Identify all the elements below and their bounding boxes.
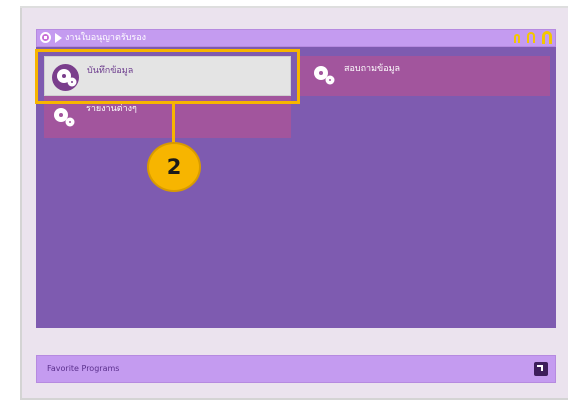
gears-icon xyxy=(314,66,342,90)
frame-left-border xyxy=(20,8,22,400)
minimize-icon[interactable] xyxy=(514,34,520,43)
close-icon[interactable] xyxy=(542,31,552,44)
restore-icon[interactable] xyxy=(527,32,535,43)
favorites-bar: Favorite Programs xyxy=(36,355,556,383)
favorites-label: Favorite Programs xyxy=(47,364,120,373)
home-icon[interactable] xyxy=(40,32,51,43)
menu-tile-label: สอบถามข้อมูล xyxy=(344,64,401,74)
page-title: งานใบอนุญาตรับรอง xyxy=(65,33,147,43)
gears-icon xyxy=(54,108,82,132)
annotation-callout-line xyxy=(172,103,175,145)
menu-tile-label: รายงานต่างๆ xyxy=(86,104,137,114)
annotation-step-badge: 2 xyxy=(147,142,201,192)
frame-bottom-border xyxy=(20,398,568,400)
triangle-right-icon xyxy=(55,33,62,43)
annotation-highlight-box xyxy=(35,49,300,104)
title-bar: งานใบอนุญาตรับรอง xyxy=(36,29,556,47)
external-link-icon[interactable] xyxy=(534,362,548,376)
menu-tile-inquiry[interactable]: สอบถามข้อมูล xyxy=(298,56,550,96)
